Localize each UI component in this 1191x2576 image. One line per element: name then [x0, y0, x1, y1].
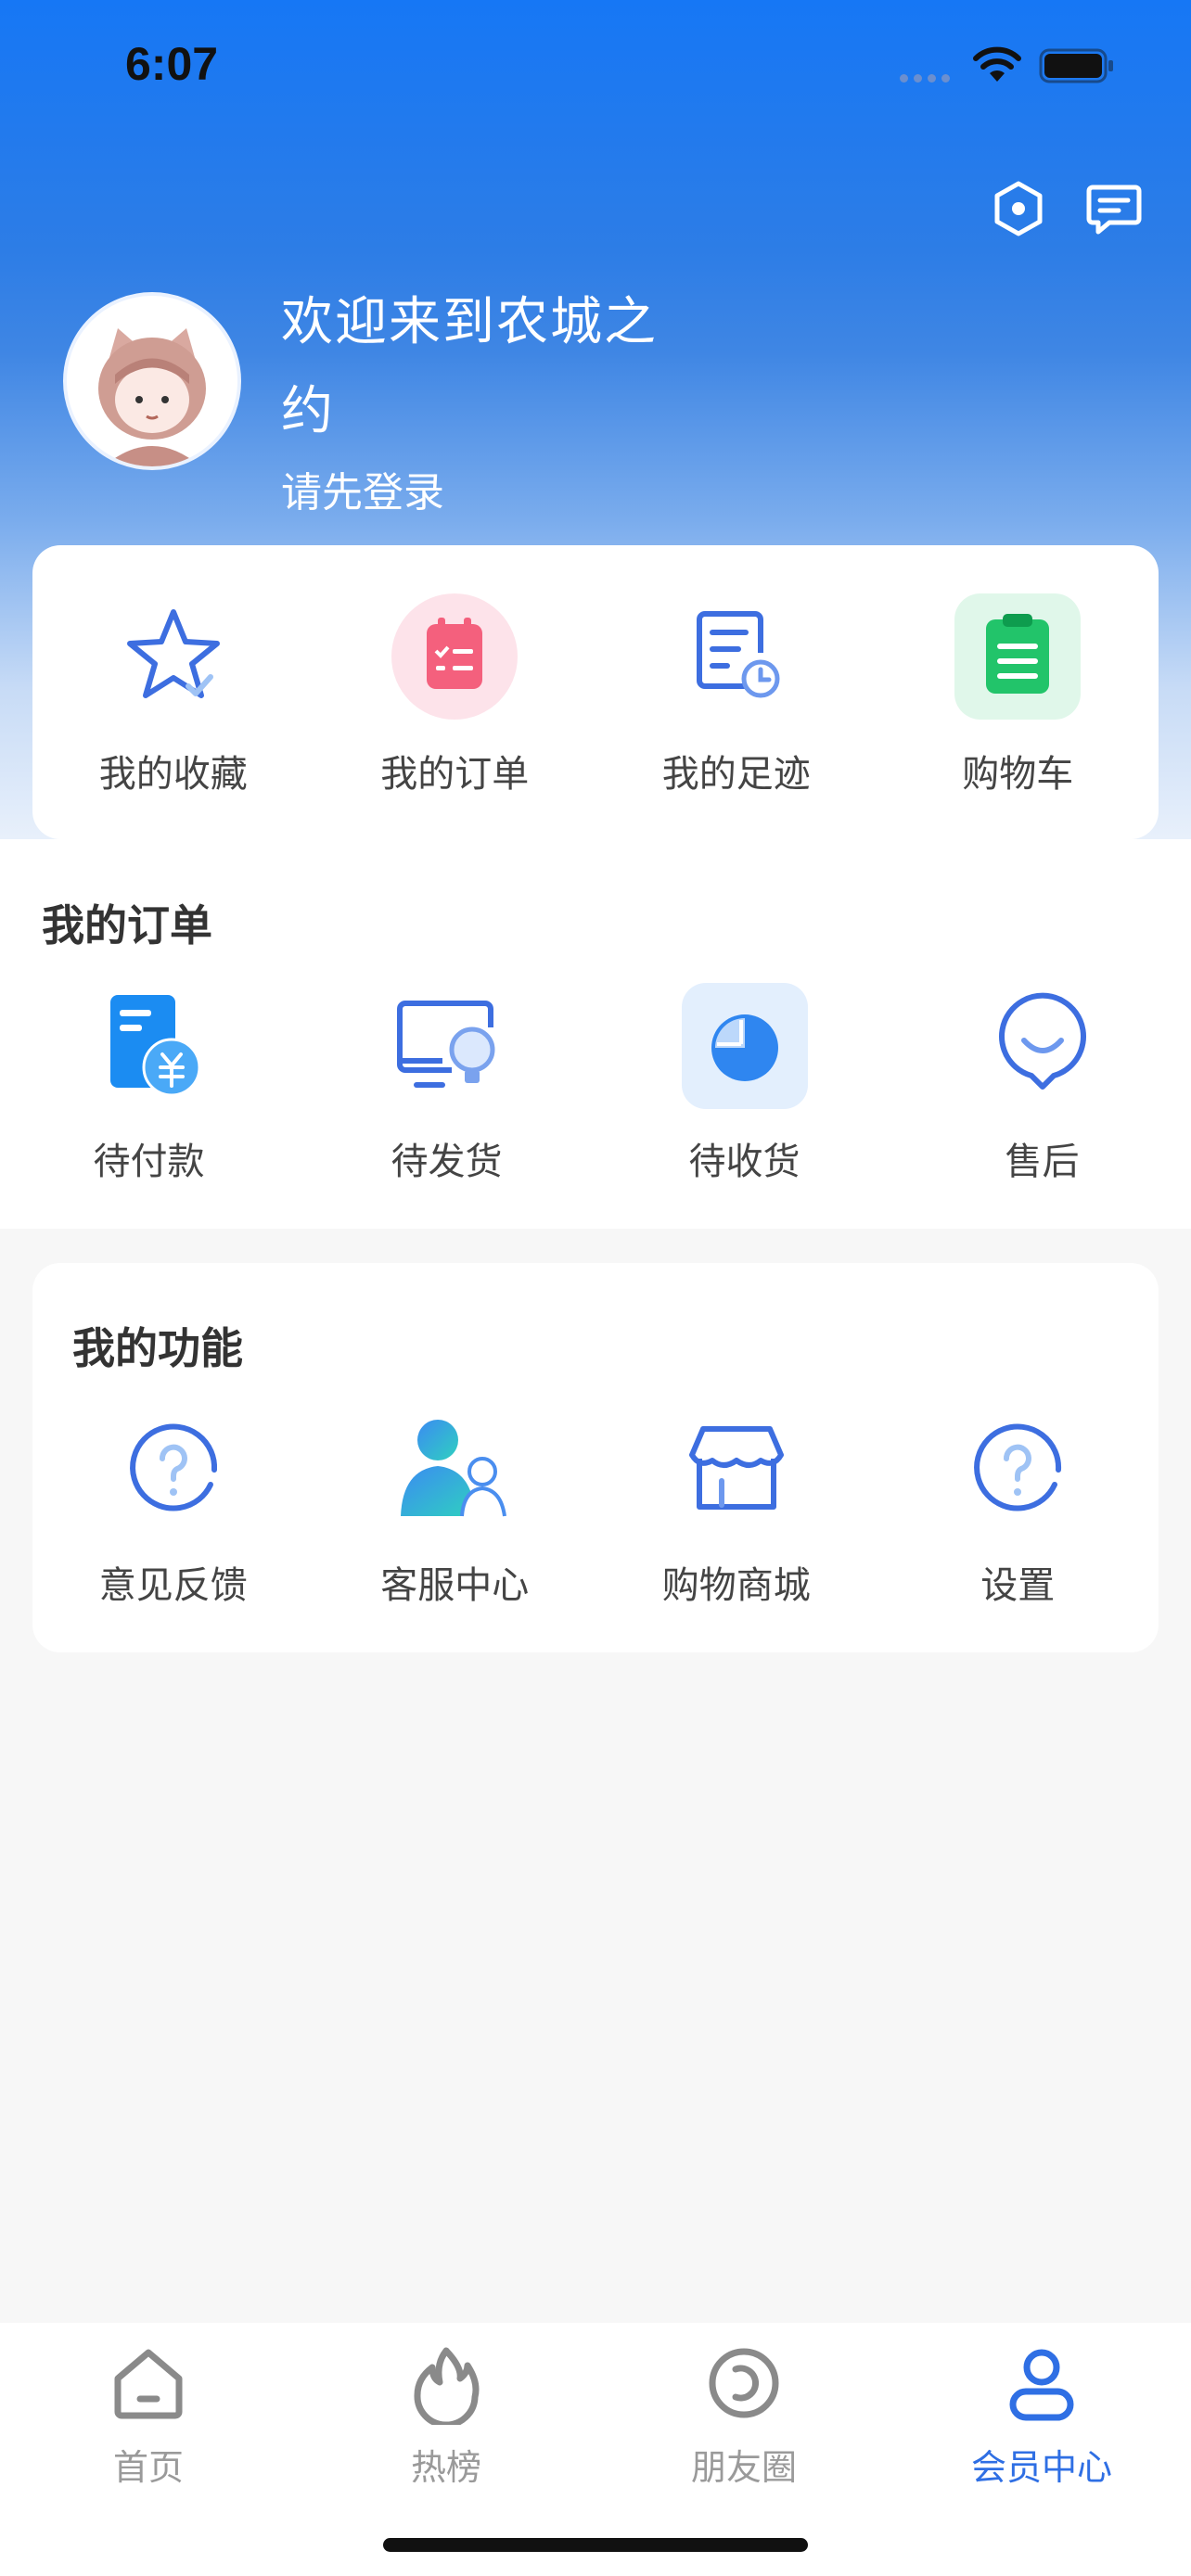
order-list-icon	[391, 593, 519, 720]
shipping-icon	[396, 1001, 494, 1088]
flame-icon	[414, 2347, 480, 2425]
func-settings-label: 设置	[980, 1564, 1056, 1607]
tab-hot[interactable]: 热榜	[335, 2337, 557, 2490]
home-icon	[114, 2349, 183, 2419]
after-sales-icon	[998, 992, 1086, 1090]
orders-title: 我的订单	[42, 900, 212, 950]
quick-orders[interactable]: 我的订单	[314, 592, 596, 797]
avatar-image	[67, 296, 237, 466]
hexagon-settings-icon[interactable]	[986, 176, 1051, 241]
store-icon	[688, 1426, 784, 1510]
tab-home-label: 首页	[112, 2447, 184, 2488]
tab-home[interactable]: 首页	[37, 2337, 260, 2490]
quick-footprints-label: 我的足迹	[661, 753, 811, 796]
footprint-icon	[696, 611, 780, 698]
signal-icon	[900, 74, 950, 83]
order-pending-receipt[interactable]: 待收货	[596, 981, 893, 1185]
clipboard-cart-icon	[954, 593, 1082, 720]
user-icon	[1009, 2349, 1074, 2421]
wifi-icon	[973, 46, 1021, 82]
question-icon	[129, 1423, 217, 1511]
quick-cart-label: 购物车	[962, 753, 1074, 796]
orders-grid: 待付款 待发货 待收货 售后	[0, 981, 1191, 1185]
func-feedback[interactable]: 意见反馈	[32, 1405, 314, 1609]
receive-icon	[681, 983, 808, 1109]
question-icon	[974, 1423, 1062, 1511]
payment-icon	[109, 995, 200, 1097]
quick-actions-grid: 我的收藏 我的订单 我的足迹 购物车	[32, 592, 1159, 797]
login-prompt[interactable]: 请先登录	[281, 459, 444, 518]
func-shopping-mall-label: 购物商城	[661, 1564, 811, 1607]
func-shopping-mall[interactable]: 购物商城	[596, 1405, 877, 1609]
avatar[interactable]	[63, 292, 241, 470]
func-feedback-label: 意见反馈	[98, 1564, 248, 1607]
tab-member-center[interactable]: 会员中心	[930, 2337, 1153, 2490]
moments-icon	[709, 2348, 779, 2418]
customer-service-icon	[401, 1420, 507, 1517]
tab-moments-label: 朋友圈	[690, 2447, 797, 2488]
status-time: 6:07	[125, 38, 219, 90]
star-icon	[126, 609, 220, 698]
order-after-sales[interactable]: 售后	[893, 981, 1191, 1185]
quick-favorites[interactable]: 我的收藏	[32, 592, 314, 797]
functions-title: 我的功能	[72, 1323, 243, 1373]
quick-footprints[interactable]: 我的足迹	[596, 592, 877, 797]
quick-cart[interactable]: 购物车	[877, 592, 1159, 797]
tab-member-center-label: 会员中心	[970, 2447, 1112, 2488]
order-pending-shipment[interactable]: 待发货	[298, 981, 596, 1185]
func-customer-service[interactable]: 客服中心	[314, 1405, 596, 1609]
order-pending-payment-label: 待付款	[93, 1141, 205, 1183]
func-settings[interactable]: 设置	[877, 1405, 1159, 1609]
home-indicator[interactable]	[383, 2538, 808, 2552]
message-icon[interactable]	[1082, 176, 1146, 241]
quick-favorites-label: 我的收藏	[98, 753, 248, 796]
quick-orders-label: 我的订单	[380, 753, 530, 796]
func-customer-service-label: 客服中心	[380, 1564, 530, 1607]
order-pending-receipt-label: 待收货	[688, 1141, 800, 1183]
tab-moments[interactable]: 朋友圈	[633, 2337, 855, 2490]
order-pending-payment[interactable]: 待付款	[0, 981, 298, 1185]
member-center-screen: 6:07 欢迎来到农城之约 请先登录 我的收藏 我的订单 我的足迹 购物车 我的…	[0, 0, 1191, 2576]
order-pending-shipment-label: 待发货	[391, 1141, 503, 1183]
functions-grid: 意见反馈 客服中心 购物商城 设置	[32, 1405, 1159, 1609]
battery-icon	[1039, 48, 1113, 83]
welcome-title: 欢迎来到农城之约	[281, 292, 658, 441]
order-after-sales-label: 售后	[1005, 1141, 1080, 1183]
tab-hot-label: 热榜	[410, 2447, 481, 2488]
